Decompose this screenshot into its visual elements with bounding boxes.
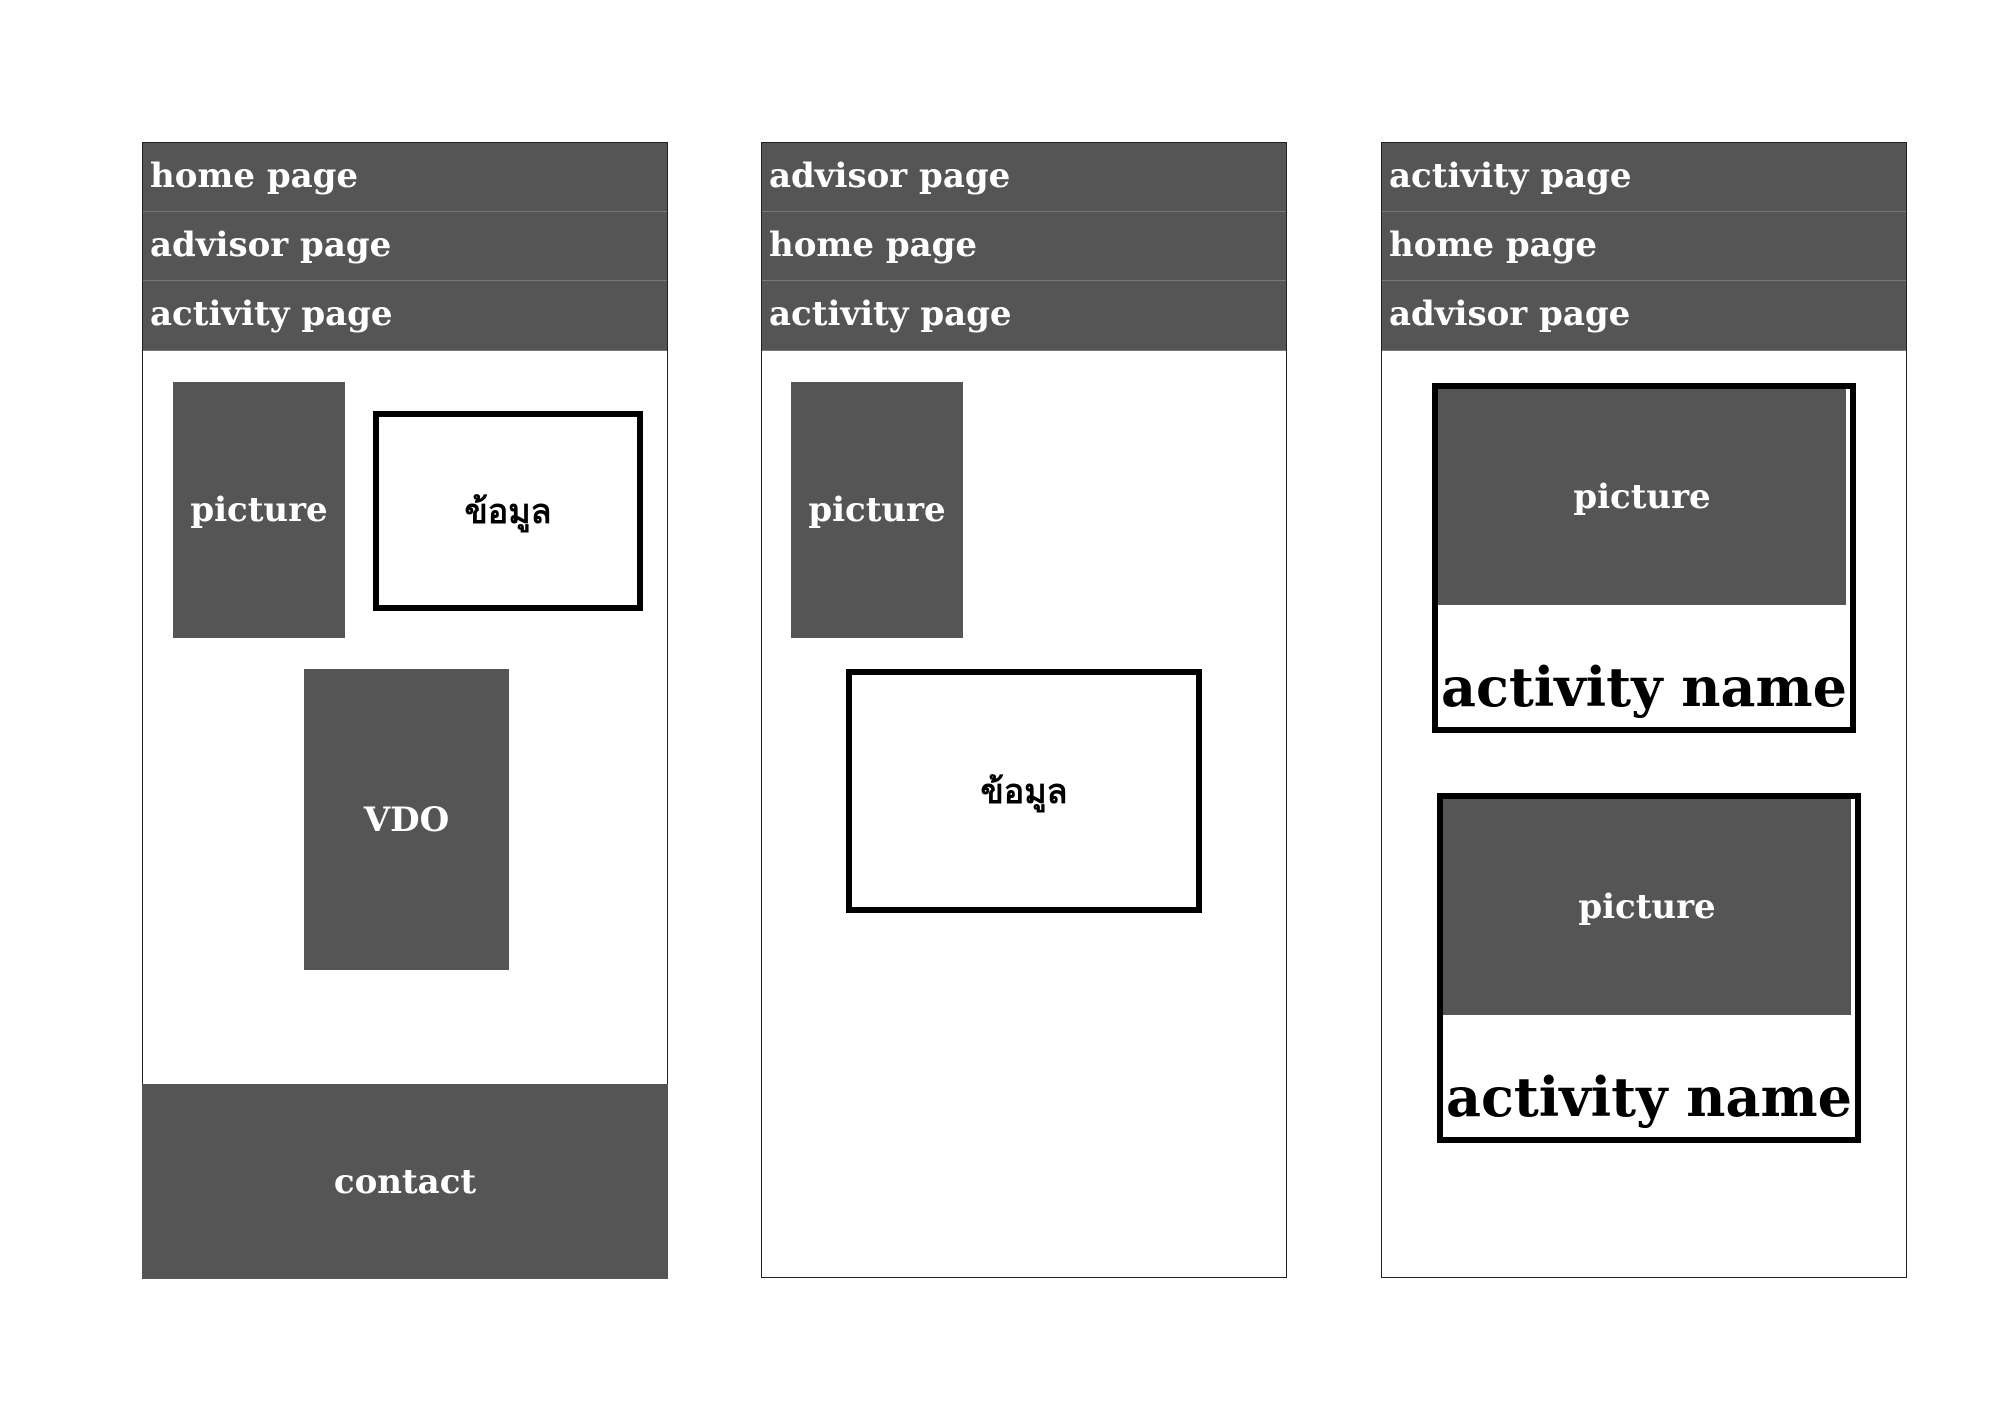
activity-name: activity name [1440,655,1848,719]
nav-advisor[interactable]: advisor page [143,212,667,281]
nav-home[interactable]: home page [762,212,1286,281]
video-placeholder[interactable]: VDO [304,669,509,970]
nav-activity[interactable]: activity page [143,281,667,351]
activity-name: activity name [1445,1065,1853,1129]
activity-picture: picture [1438,389,1846,605]
picture-placeholder: picture [791,382,963,638]
nav-home[interactable]: home page [143,143,667,212]
nav-advisor[interactable]: advisor page [762,143,1286,212]
nav-activity[interactable]: activity page [762,281,1286,351]
home-page-wireframe: home page advisor page activity page pic… [142,142,668,1279]
contact-footer[interactable]: contact [142,1084,668,1279]
advisor-page-wireframe: advisor page home page activity page pic… [761,142,1287,1278]
activity-page-wireframe: activity page home page advisor page pic… [1381,142,1907,1278]
info-box: ข้อมูล [846,669,1202,913]
nav-advisor[interactable]: advisor page [1382,281,1906,351]
nav-home[interactable]: home page [1382,212,1906,281]
activity-picture: picture [1443,799,1851,1015]
picture-placeholder: picture [173,382,345,638]
activity-card[interactable]: picture activity name [1437,793,1861,1143]
activity-card[interactable]: picture activity name [1432,383,1856,733]
info-box: ข้อมูล [373,411,643,611]
nav-activity[interactable]: activity page [1382,143,1906,212]
